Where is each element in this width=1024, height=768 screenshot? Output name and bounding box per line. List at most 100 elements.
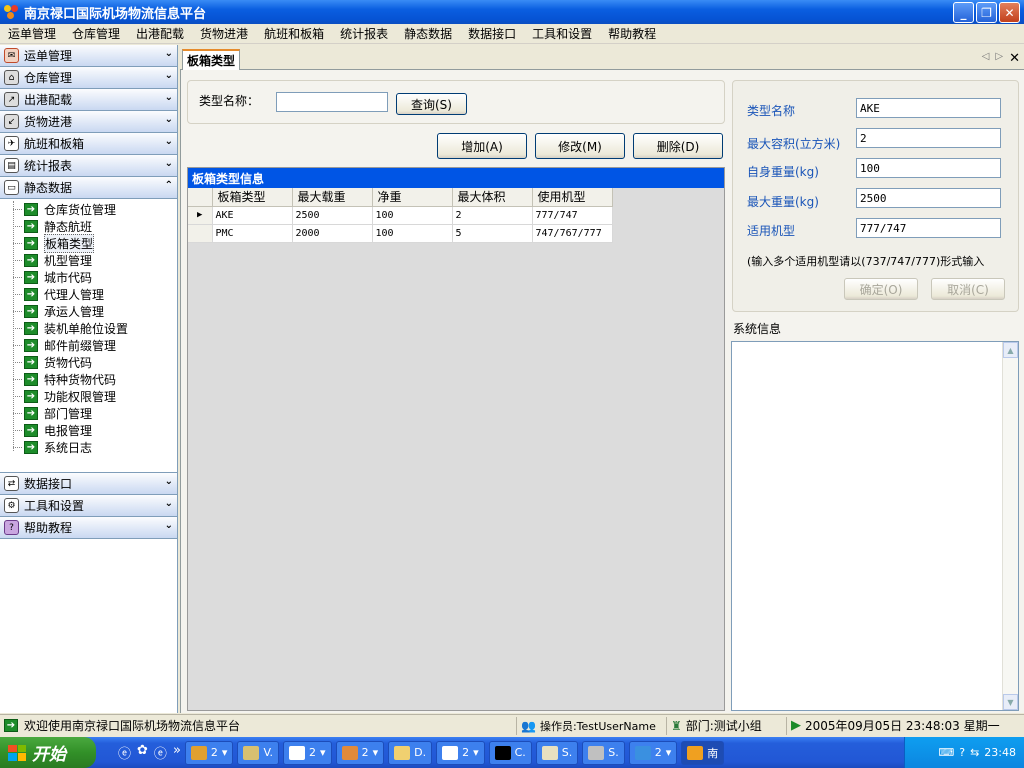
nav-item-permissions[interactable]: ➔ 功能权限管理 xyxy=(0,388,177,405)
menu-reports[interactable]: 统计报表 xyxy=(332,25,396,42)
nav-item-static-flight[interactable]: ➔ 静态航班 xyxy=(0,218,177,235)
menu-static-data[interactable]: 静态数据 xyxy=(396,25,460,42)
col-header[interactable]: 使用机型 xyxy=(532,188,613,207)
max-weight-field[interactable] xyxy=(856,188,1001,208)
minimize-button[interactable]: _ xyxy=(953,2,974,23)
col-header[interactable]: 净重 xyxy=(372,188,453,207)
start-button[interactable]: 开始 xyxy=(0,737,96,768)
help-tray-icon[interactable]: ? xyxy=(959,746,965,759)
nav-item-cargo-code[interactable]: ➔ 货物代码 xyxy=(0,354,177,371)
taskbar-button[interactable]: 2 ▾ xyxy=(628,740,678,765)
more-icon[interactable]: » xyxy=(173,743,181,762)
menu-waybill[interactable]: 运单管理 xyxy=(0,25,64,42)
taskbar-button[interactable]: C. xyxy=(488,740,532,765)
nav-item-aircraft-type[interactable]: ➔ 机型管理 xyxy=(0,252,177,269)
nav-item-system-log[interactable]: ➔ 系统日志 xyxy=(0,439,177,456)
taskbar-button[interactable]: 2 ▾ xyxy=(184,740,234,765)
taskbar-button[interactable]: D. xyxy=(388,740,433,765)
menu-warehouse[interactable]: 仓库管理 xyxy=(64,25,128,42)
col-header[interactable]: 最大体积 xyxy=(452,188,533,207)
table-cell[interactable]: 2000 xyxy=(292,224,373,243)
taskbar-button[interactable]: 2 ▾ xyxy=(283,740,332,765)
nav-item-storage-location[interactable]: ➔ 仓库货位管理 xyxy=(0,201,177,218)
scroll-up-icon[interactable]: ▲ xyxy=(1003,342,1018,358)
app-group-icon xyxy=(341,745,358,760)
taskbar-button[interactable]: 2 ▾ xyxy=(436,740,485,765)
nav-group-flight[interactable]: ✈ 航班和板箱 ⌄ xyxy=(0,133,177,155)
browser-icon[interactable]: ⓔ xyxy=(154,743,167,762)
taskbar-button[interactable]: S. xyxy=(535,740,579,765)
menu-tools[interactable]: 工具和设置 xyxy=(524,25,600,42)
taskbar-button[interactable]: S. xyxy=(582,740,625,765)
nav-item-agent[interactable]: ➔ 代理人管理 xyxy=(0,286,177,303)
type-name-search-input[interactable] xyxy=(276,92,388,112)
nav-item-special-cargo[interactable]: ➔ 特种货物代码 xyxy=(0,371,177,388)
taskbar-button[interactable]: 2 ▾ xyxy=(335,740,385,765)
system-info-textarea[interactable]: ▲ ▼ xyxy=(731,341,1019,711)
nav-group-help[interactable]: ? 帮助教程 ⌄ xyxy=(0,517,177,539)
query-button[interactable]: 查询(S) xyxy=(396,93,467,115)
nav-group-outbound[interactable]: ↗ 出港配载 ⌄ xyxy=(0,89,177,111)
table-cell[interactable]: 100 xyxy=(372,224,453,243)
nav-item-city-code[interactable]: ➔ 城市代码 xyxy=(0,269,177,286)
table-cell[interactable]: 2500 xyxy=(292,206,373,225)
nav-item-telegram[interactable]: ➔ 电报管理 xyxy=(0,422,177,439)
nav-group-warehouse[interactable]: ⌂ 仓库管理 ⌄ xyxy=(0,67,177,89)
vertical-scrollbar[interactable]: ▲ ▼ xyxy=(1002,342,1018,710)
nav-group-static-data[interactable]: ▭ 静态数据 ⌃ xyxy=(0,177,177,199)
grid-caption: 板箱类型信息 xyxy=(188,168,724,188)
nav-group-data-interface[interactable]: ⇄ 数据接口 ⌄ xyxy=(0,473,177,495)
nav-group-waybill[interactable]: ✉ 运单管理 ⌄ xyxy=(0,45,177,67)
restore-button[interactable]: ❐ xyxy=(976,2,997,23)
nav-item-mail-prefix[interactable]: ➔ 邮件前缀管理 xyxy=(0,337,177,354)
app-logo-icon xyxy=(4,4,20,20)
close-button[interactable]: ✕ xyxy=(999,2,1020,23)
taskbar-button[interactable]: V. xyxy=(237,740,280,765)
col-header[interactable]: 板箱类型 xyxy=(212,188,293,207)
nav-group-inbound[interactable]: ↙ 货物进港 ⌄ xyxy=(0,111,177,133)
clock[interactable]: 23:48 xyxy=(984,746,1016,759)
cancel-button[interactable]: 取消(C) xyxy=(931,278,1005,300)
max-volume-field[interactable] xyxy=(856,128,1001,148)
table-cell[interactable]: AKE xyxy=(212,206,293,225)
nav-group-reports[interactable]: ▤ 统计报表 ⌄ xyxy=(0,155,177,177)
taskbar-button-active[interactable]: 南 xyxy=(681,740,725,765)
table-row[interactable]: ▶ AKE 2500 100 2 777/747 xyxy=(188,206,613,225)
detail-form: 类型名称 最大容积(立方米) 自身重量(kg) 最大重量(kg) 适用机型 (输… xyxy=(732,80,1019,312)
col-header[interactable]: 最大载重 xyxy=(292,188,373,207)
menu-outbound[interactable]: 出港配载 xyxy=(128,25,192,42)
table-cell[interactable]: PMC xyxy=(212,224,293,243)
table-row[interactable]: PMC 2000 100 5 747/767/777 xyxy=(188,224,613,243)
table-cell[interactable]: 747/767/777 xyxy=(532,224,613,243)
table-cell[interactable]: 5 xyxy=(452,224,533,243)
delete-button[interactable]: 删除(D) xyxy=(633,133,723,159)
tab-scroll-left-icon[interactable]: ◁ xyxy=(982,51,990,66)
table-cell[interactable]: 2 xyxy=(452,206,533,225)
type-name-field[interactable] xyxy=(856,98,1001,118)
tab-scroll-right-icon[interactable]: ▷ xyxy=(995,51,1003,66)
network-icon[interactable]: ⇆ xyxy=(970,746,979,759)
nav-group-tools[interactable]: ⚙ 工具和设置 ⌄ xyxy=(0,495,177,517)
tab-uld-type[interactable]: 板箱类型 xyxy=(182,49,241,70)
keyboard-icon[interactable]: ⌨ xyxy=(938,746,954,759)
media-icon[interactable]: ✿ xyxy=(137,743,148,762)
table-cell[interactable]: 777/747 xyxy=(532,206,613,225)
nav-item-department[interactable]: ➔ 部门管理 xyxy=(0,405,177,422)
self-weight-field[interactable] xyxy=(856,158,1001,178)
nav-item-loading-position[interactable]: ➔ 装机单舱位设置 xyxy=(0,320,177,337)
add-button[interactable]: 增加(A) xyxy=(437,133,527,159)
aircraft-type-field[interactable] xyxy=(856,218,1001,238)
ok-button[interactable]: 确定(O) xyxy=(844,278,918,300)
menu-inbound[interactable]: 货物进港 xyxy=(192,25,256,42)
menu-help[interactable]: 帮助教程 xyxy=(600,25,664,42)
tab-close-icon[interactable]: ✕ xyxy=(1009,51,1020,66)
nav-item-carrier[interactable]: ➔ 承运人管理 xyxy=(0,303,177,320)
ie-icon[interactable]: ⓔ xyxy=(118,743,131,762)
scroll-down-icon[interactable]: ▼ xyxy=(1003,694,1018,710)
nav-item-uld-type[interactable]: ➔ 板箱类型 xyxy=(0,234,177,253)
app-group-icon xyxy=(190,745,207,760)
menu-flight[interactable]: 航班和板箱 xyxy=(256,25,332,42)
menu-data-interface[interactable]: 数据接口 xyxy=(460,25,524,42)
edit-button[interactable]: 修改(M) xyxy=(535,133,625,159)
table-cell[interactable]: 100 xyxy=(372,206,453,225)
